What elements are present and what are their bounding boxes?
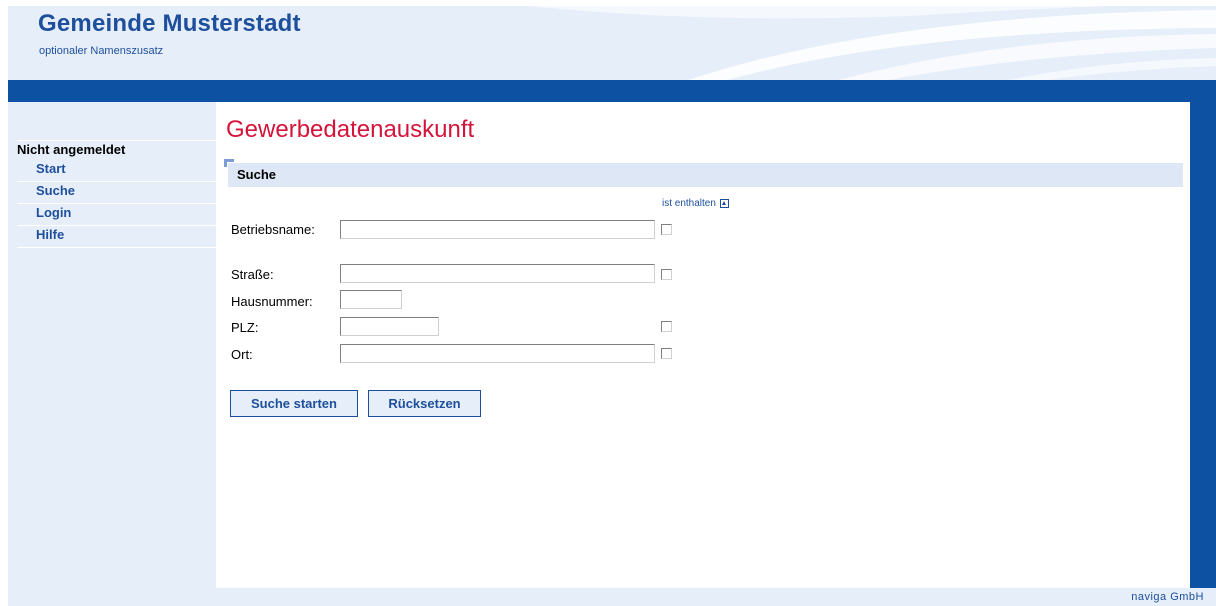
betriebsname-input[interactable]: [340, 220, 655, 239]
plz-label: PLZ:: [231, 320, 259, 335]
plz-contains-checkbox[interactable]: [661, 321, 672, 332]
plz-input[interactable]: [340, 317, 439, 336]
right-blue-bar: [1190, 102, 1216, 588]
section-title: Suche: [237, 167, 277, 182]
hausnummer-input[interactable]: [340, 290, 402, 309]
site-title: Gemeinde Musterstadt: [38, 10, 301, 37]
betriebsname-contains-checkbox[interactable]: [661, 224, 672, 235]
footer-credit: naviga GmbH: [1131, 591, 1204, 603]
sidebar-item-hilfe[interactable]: Hilfe: [17, 222, 216, 248]
ort-contains-checkbox[interactable]: [661, 348, 672, 359]
top-blue-bar: [8, 80, 1216, 102]
sidebar-nav: Start Suche Login Hilfe: [17, 160, 216, 248]
contains-hint-label: ist enthalten: [662, 198, 716, 209]
header: Gemeinde Musterstadt optionaler Namenszu…: [8, 6, 1216, 80]
hausnummer-label: Hausnummer:: [231, 294, 313, 309]
sidebar: Nicht angemeldet Start Suche Login Hilfe: [8, 102, 216, 588]
page-title: Gewerbedatenauskunft: [226, 116, 475, 143]
strasse-label: Straße:: [231, 267, 274, 282]
search-button[interactable]: Suche starten: [230, 390, 358, 417]
main-content: Gewerbedatenauskunft Suche ist enthalten…: [216, 102, 1190, 588]
expand-up-icon[interactable]: [719, 199, 729, 208]
ort-input[interactable]: [340, 344, 655, 363]
site-subtitle: optionaler Namenszusatz: [39, 45, 164, 57]
betriebsname-label: Betriebsname:: [231, 222, 315, 237]
login-status: Nicht angemeldet: [17, 140, 216, 157]
contains-hint[interactable]: ist enthalten: [662, 198, 729, 209]
strasse-input[interactable]: [340, 264, 655, 283]
ort-label: Ort:: [231, 347, 253, 362]
footer: naviga GmbH: [8, 588, 1216, 606]
reset-button[interactable]: Rücksetzen: [368, 390, 481, 417]
section-header: Suche: [228, 163, 1183, 187]
strasse-contains-checkbox[interactable]: [661, 269, 672, 280]
